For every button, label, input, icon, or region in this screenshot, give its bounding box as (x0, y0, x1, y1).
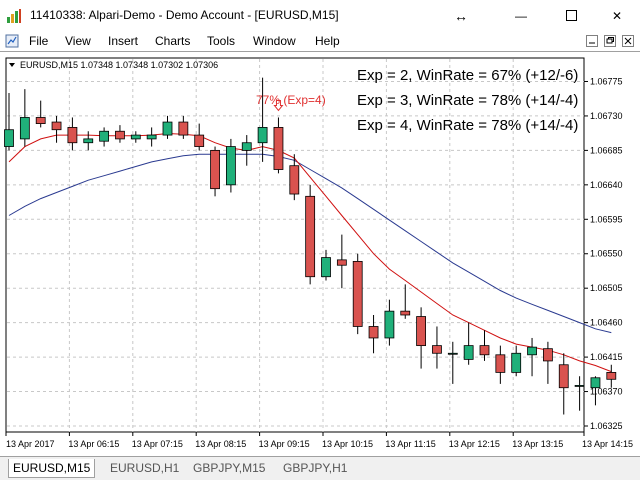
time-tick-label: 13 Apr 08:15 (195, 439, 246, 449)
candle-body (67, 127, 78, 144)
candle-body (130, 134, 141, 140)
stats-line-exp2: Exp = 2, WinRate = 67% (+12/-6) (357, 67, 578, 84)
time-axis[interactable]: 13 Apr 2017 13 Apr 06:15 13 Apr 07:15 13 Ap… (5, 432, 633, 449)
plot-area (5, 57, 585, 433)
candle-body (558, 364, 569, 389)
bearish-candle (352, 253, 363, 335)
menu-help[interactable]: Help (315, 34, 340, 48)
mdi-minimize-icon[interactable] (586, 35, 598, 47)
price-tick-label: 1.06325 (590, 421, 623, 431)
candle-body (432, 345, 442, 354)
candle-body (225, 146, 236, 186)
price-chart[interactable]: 1.06775 1.06730 1.06685 1.06640 1.06595 1.065… (0, 52, 640, 457)
candle-body (336, 259, 347, 266)
price-tick-label: 1.06550 (590, 249, 623, 259)
candle-body (146, 134, 157, 140)
minimize-button[interactable]: — (498, 0, 544, 31)
resize-arrows-icon[interactable]: ↔ (436, 0, 486, 31)
time-tick-label: 13 Apr 06:15 (68, 439, 119, 449)
menu-charts[interactable]: Charts (155, 34, 190, 48)
time-tick-label: 13 Apr 10:15 (322, 439, 373, 449)
tab-gbpjpy-h1[interactable]: GBPJPY,H1 (279, 459, 351, 478)
price-tick-label: 1.06460 (590, 318, 623, 328)
candle-body (543, 348, 553, 362)
menu-file[interactable]: File (29, 34, 48, 48)
price-axis[interactable]: 1.06775 1.06730 1.06685 1.06640 1.06595 1.065… (584, 76, 623, 431)
candle-body (35, 117, 46, 124)
candle-body (83, 138, 94, 144)
maximize-button[interactable] (548, 0, 594, 31)
candle-body (463, 345, 474, 360)
candle-body (352, 260, 363, 327)
time-tick-label: 13 Apr 14:15 (582, 439, 633, 449)
candle-body (495, 354, 506, 373)
close-button[interactable]: ✕ (594, 0, 640, 31)
chart-symbol-header: EURUSD,M15 1.07348 1.07348 1.07302 1.073… (20, 60, 218, 70)
candle-body (210, 149, 220, 190)
candle-body (447, 352, 458, 355)
signal-annotation: 77% (Exp=4) (256, 93, 326, 107)
price-tick-label: 1.06370 (590, 387, 623, 397)
candle-body (194, 134, 205, 147)
candle-body (178, 121, 189, 136)
candle-body (99, 130, 109, 142)
candle-body (4, 129, 14, 147)
bearish-candle (606, 364, 617, 388)
candle-body (479, 345, 490, 356)
candle-body (289, 165, 300, 195)
price-tick-label: 1.06415 (590, 352, 623, 362)
price-tick-label: 1.06505 (590, 283, 623, 293)
time-tick-label: 13 Apr 2017 (6, 439, 55, 449)
candle-body (368, 326, 379, 339)
candle-body (606, 372, 617, 380)
menu-bar: File View Insert Charts Tools Window Hel… (0, 31, 640, 51)
price-tick-label: 1.06640 (590, 180, 623, 190)
candle-body (321, 257, 331, 278)
candle-body (115, 130, 125, 140)
maximize-icon (565, 10, 577, 21)
candle-body (162, 121, 173, 136)
time-tick-label: 13 Apr 07:15 (132, 439, 183, 449)
time-tick-label: 13 Apr 13:15 (512, 439, 563, 449)
menu-view[interactable]: View (65, 34, 91, 48)
price-tick-label: 1.06730 (590, 111, 623, 121)
candle-body (574, 385, 585, 387)
time-tick-label: 13 Apr 12:15 (449, 439, 500, 449)
candle-body (416, 316, 427, 347)
price-tick-label: 1.06775 (590, 76, 623, 86)
stats-line-exp3: Exp = 3, WinRate = 78% (+14/-4) (357, 92, 578, 109)
chart-window[interactable]: 1.06775 1.06730 1.06685 1.06640 1.06595 1.065… (0, 51, 640, 456)
price-tick-label: 1.06595 (590, 214, 623, 224)
mdi-close-icon[interactable] (622, 35, 634, 47)
menu-insert[interactable]: Insert (108, 34, 138, 48)
tab-gbpjpy-m15[interactable]: GBPJPY,M15 (189, 459, 269, 478)
window-title: 11410338: Alpari-Demo - Demo Account - [… (30, 8, 339, 22)
menu-window[interactable]: Window (253, 34, 296, 48)
tab-eurusd-h1[interactable]: EURUSD,H1 (106, 459, 183, 478)
mdi-restore-icon[interactable] (604, 35, 616, 47)
bearish-candle (305, 184, 316, 285)
candle-body (51, 121, 62, 131)
bearish-candle (210, 146, 220, 197)
candle-body (384, 310, 395, 339)
candle-body (511, 352, 522, 373)
time-tick-label: 13 Apr 11:15 (385, 439, 435, 449)
candle-body (241, 142, 252, 151)
chart-tab-bar: EURUSD,M15 EURUSD,H1 GBPJPY,M15 GBPJPY,H… (0, 456, 640, 480)
bullish-candle (225, 138, 236, 193)
menu-tools[interactable]: Tools (207, 34, 235, 48)
title-bar: 11410338: Alpari-Demo - Demo Account - [… (0, 0, 640, 31)
time-tick-label: 13 Apr 09:15 (259, 439, 310, 449)
candle-body (257, 127, 268, 144)
stats-line-exp4: Exp = 4, WinRate = 78% (+14/-4) (357, 117, 578, 134)
candle-body (19, 117, 30, 140)
chart-document-icon[interactable] (5, 34, 19, 48)
price-tick-label: 1.06685 (590, 145, 623, 155)
candle-body (400, 310, 411, 316)
candle-body (305, 195, 316, 278)
candle-body (527, 346, 537, 356)
tab-eurusd-m15[interactable]: EURUSD,M15 (8, 459, 96, 478)
candle-body (273, 127, 284, 170)
metatrader-app-icon (7, 9, 21, 23)
